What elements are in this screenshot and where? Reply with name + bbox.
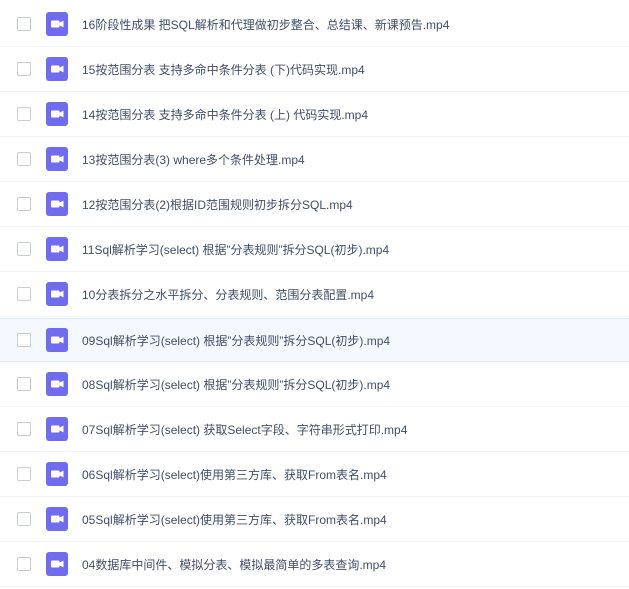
file-row[interactable]: 16阶段性成果 把SQL解析和代理做初步整合、总结课、新课预告.mp4 — [0, 3, 629, 47]
file-row[interactable]: 05Sql解析学习(select)使用第三方库、获取From表名.mp4 — [0, 498, 629, 542]
file-row[interactable]: 07Sql解析学习(select) 获取Select字段、字符串形式打印.mp4 — [0, 408, 629, 452]
file-checkbox[interactable] — [17, 377, 31, 391]
file-row[interactable]: 13按范围分表(3) where多个条件处理.mp4 — [0, 138, 629, 182]
file-name[interactable]: 15按范围分表 支持多命中条件分表 (下)代码实现.mp4 — [82, 48, 365, 92]
video-file-icon — [46, 462, 68, 486]
file-row[interactable]: 09Sql解析学习(select) 根据”分表规则”拆分SQL(初步).mp4 — [0, 318, 629, 362]
file-checkbox[interactable] — [17, 17, 31, 31]
file-checkbox[interactable] — [17, 333, 31, 347]
file-checkbox[interactable] — [17, 512, 31, 526]
video-file-icon — [46, 552, 68, 576]
file-name[interactable]: 05Sql解析学习(select)使用第三方库、获取From表名.mp4 — [82, 498, 387, 542]
file-row[interactable]: 10分表拆分之水平拆分、分表规则、范围分表配置.mp4 — [0, 273, 629, 317]
video-file-icon — [46, 102, 68, 126]
file-name[interactable]: 09Sql解析学习(select) 根据”分表规则”拆分SQL(初步).mp4 — [82, 319, 390, 363]
video-file-icon — [46, 237, 68, 261]
file-name[interactable]: 06Sql解析学习(select)使用第三方库、获取From表名.mp4 — [82, 453, 387, 497]
file-checkbox[interactable] — [17, 287, 31, 301]
file-checkbox[interactable] — [17, 62, 31, 76]
file-list: 16阶段性成果 把SQL解析和代理做初步整合、总结课、新课预告.mp4 15按范围… — [0, 0, 629, 589]
file-row[interactable]: 06Sql解析学习(select)使用第三方库、获取From表名.mp4 — [0, 453, 629, 497]
file-name[interactable]: 10分表拆分之水平拆分、分表规则、范围分表配置.mp4 — [82, 273, 374, 317]
file-row[interactable]: 12按范围分表(2)根据ID范围规则初步拆分SQL.mp4 — [0, 183, 629, 227]
video-file-icon — [46, 192, 68, 216]
video-file-icon — [46, 372, 68, 396]
file-name[interactable]: 13按范围分表(3) where多个条件处理.mp4 — [82, 138, 305, 182]
file-name[interactable]: 14按范围分表 支持多命中条件分表 (上) 代码实现.mp4 — [82, 93, 368, 137]
file-name[interactable]: 12按范围分表(2)根据ID范围规则初步拆分SQL.mp4 — [82, 183, 353, 227]
file-name[interactable]: 07Sql解析学习(select) 获取Select字段、字符串形式打印.mp4 — [82, 408, 407, 452]
file-name[interactable]: 11Sql解析学习(select) 根据”分表规则”拆分SQL(初步).mp4 — [82, 228, 389, 272]
file-checkbox[interactable] — [17, 467, 31, 481]
file-name[interactable]: 16阶段性成果 把SQL解析和代理做初步整合、总结课、新课预告.mp4 — [82, 3, 449, 47]
file-checkbox[interactable] — [17, 152, 31, 166]
video-file-icon — [46, 57, 68, 81]
file-name[interactable]: 08Sql解析学习(select) 根据”分表规则”拆分SQL(初步).mp4 — [82, 363, 390, 407]
file-checkbox[interactable] — [17, 557, 31, 571]
video-file-icon — [46, 507, 68, 531]
file-name[interactable]: 04数据库中间件、模拟分表、模拟最简单的多表查询.mp4 — [82, 543, 386, 587]
file-row[interactable]: 08Sql解析学习(select) 根据”分表规则”拆分SQL(初步).mp4 — [0, 363, 629, 407]
file-row[interactable]: 11Sql解析学习(select) 根据”分表规则”拆分SQL(初步).mp4 — [0, 228, 629, 272]
file-checkbox[interactable] — [17, 242, 31, 256]
file-row[interactable]: 04数据库中间件、模拟分表、模拟最简单的多表查询.mp4 — [0, 543, 629, 587]
file-checkbox[interactable] — [17, 197, 31, 211]
file-checkbox[interactable] — [17, 107, 31, 121]
file-row[interactable]: 14按范围分表 支持多命中条件分表 (上) 代码实现.mp4 — [0, 93, 629, 137]
file-checkbox[interactable] — [17, 422, 31, 436]
video-file-icon — [46, 147, 68, 171]
video-file-icon — [46, 12, 68, 36]
video-file-icon — [46, 282, 68, 306]
file-row[interactable]: 15按范围分表 支持多命中条件分表 (下)代码实现.mp4 — [0, 48, 629, 92]
video-file-icon — [46, 417, 68, 441]
video-file-icon — [46, 328, 68, 352]
